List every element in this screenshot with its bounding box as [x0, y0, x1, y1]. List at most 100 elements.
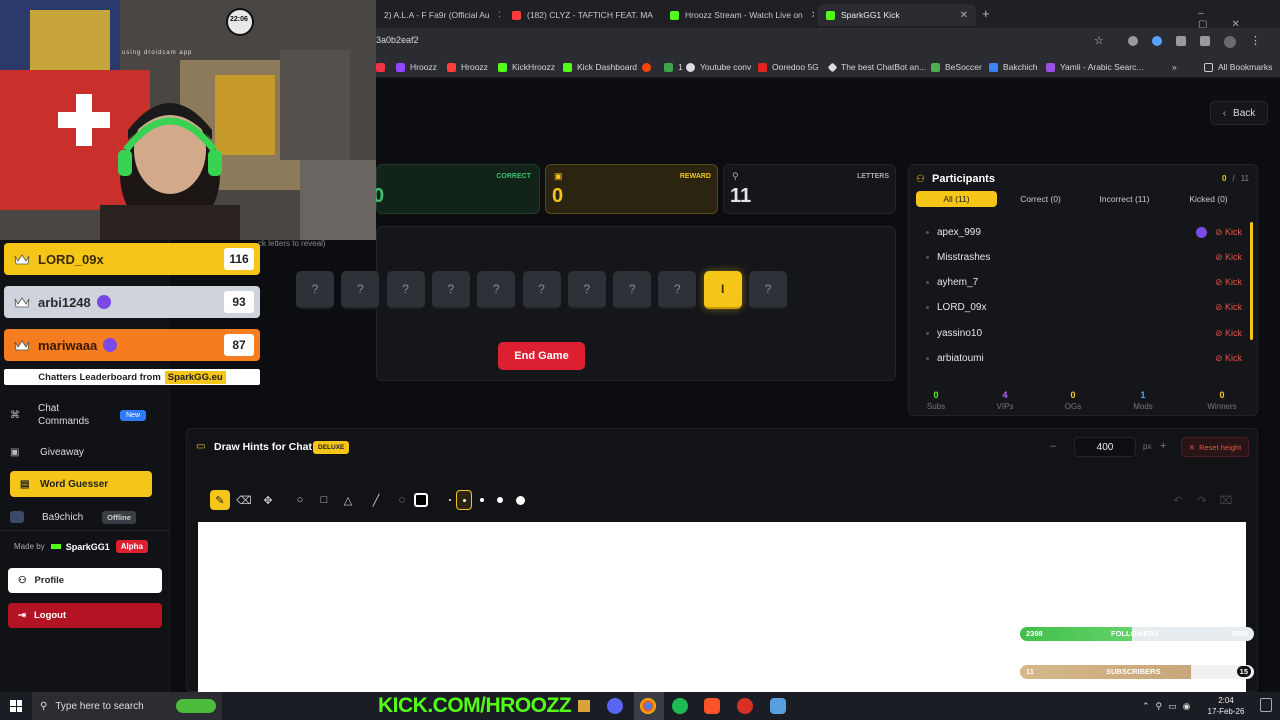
letter-box[interactable]: ?: [658, 271, 697, 309]
eraser-icon[interactable]: ⌫: [234, 490, 254, 510]
move-icon[interactable]: ✥: [258, 490, 278, 510]
files-icon[interactable]: [578, 700, 590, 712]
brush-size-md[interactable]: [472, 490, 492, 510]
browser-tab[interactable]: 2) A.L.A - F Fa9r (Official Au✕: [376, 4, 500, 26]
letter-box[interactable]: ?: [613, 271, 652, 309]
tab-kicked[interactable]: Kicked (0): [1168, 191, 1249, 207]
close-icon[interactable]: ✕: [490, 10, 500, 21]
extension-icon[interactable]: [1152, 36, 1162, 46]
brush-size-xl[interactable]: [510, 490, 530, 510]
tab-all[interactable]: All (11): [916, 191, 997, 207]
bookmark[interactable]: Ooredoo 5G: [758, 60, 819, 74]
windows-start-icon[interactable]: [10, 700, 22, 712]
app-icon[interactable]: [770, 698, 786, 714]
close-icon[interactable]: ✕: [803, 10, 814, 21]
extension-icon[interactable]: [1128, 36, 1138, 46]
height-input[interactable]: 400: [1074, 437, 1136, 457]
kick-button[interactable]: ⊘ Kick: [1215, 328, 1242, 339]
participant-row[interactable]: ayhem_7 ⊘ Kick: [926, 271, 1242, 295]
plus-button[interactable]: +: [1160, 440, 1166, 452]
taskbar-clock[interactable]: 2:04 17-Feb-26: [1206, 695, 1246, 717]
close-icon[interactable]: ✕: [952, 10, 968, 21]
trash-icon[interactable]: ⌧: [1216, 490, 1236, 510]
bookmark[interactable]: Youtube conv: [686, 60, 751, 74]
sidebar-item-giveaway[interactable]: ▣ Giveaway: [10, 444, 152, 460]
puzzle-icon[interactable]: [1176, 36, 1186, 46]
bookmark[interactable]: [376, 60, 390, 74]
menu-icon[interactable]: ⋮: [1250, 36, 1261, 48]
bookmark[interactable]: The best ChatBot an...: [827, 60, 926, 74]
tab-correct[interactable]: Correct (0): [1000, 191, 1081, 207]
browser-tab[interactable]: Hroozz Stream - Watch Live on✕: [662, 4, 814, 26]
letter-box[interactable]: ?: [341, 271, 380, 309]
scrollbar[interactable]: [1250, 222, 1253, 340]
redo-icon[interactable]: ↷: [1192, 490, 1212, 510]
profile-button[interactable]: ⚇ Profile: [8, 568, 162, 593]
brush-size-sm[interactable]: [456, 490, 472, 510]
back-button[interactable]: ‹ Back: [1210, 101, 1268, 125]
square-icon[interactable]: □: [314, 490, 334, 510]
letter-box[interactable]: ?: [567, 271, 606, 309]
logout-button[interactable]: ⇥ Logout: [8, 603, 162, 628]
close-icon[interactable]: ✕: [653, 10, 654, 21]
url-text[interactable]: 3a0b2eaf2: [376, 35, 419, 45]
letter-box[interactable]: ?: [386, 271, 425, 309]
media-icon[interactable]: [1200, 36, 1210, 46]
app-icon[interactable]: [737, 698, 753, 714]
letter-box[interactable]: ?: [522, 271, 561, 309]
star-icon[interactable]: ☆: [1094, 34, 1104, 47]
all-bookmarks[interactable]: All Bookmarks: [1204, 60, 1272, 74]
sidebar-item-ba9chich[interactable]: Ba9chich Offline: [10, 509, 152, 525]
avatar[interactable]: [1224, 36, 1236, 48]
minus-button[interactable]: –: [1050, 440, 1056, 452]
browser-tab-active[interactable]: SparkGG1 Kick ✕: [818, 4, 976, 26]
bookmark[interactable]: 1: [664, 60, 683, 74]
participant-row[interactable]: apex_999 ⊘ Kick: [926, 220, 1242, 244]
bookmark[interactable]: Bakchich: [989, 60, 1038, 74]
sidebar-item-chat-commands[interactable]: ⌘ Chat Commands New: [10, 400, 152, 430]
discord-icon[interactable]: [607, 698, 623, 714]
kick-button[interactable]: ⊘ Kick: [1215, 252, 1242, 263]
bookmark[interactable]: KickHroozz: [498, 60, 555, 74]
kick-button[interactable]: ⊘ Kick: [1215, 302, 1242, 313]
line-icon[interactable]: ╱: [366, 490, 386, 510]
participant-row[interactable]: Misstrashes ⊘ Kick: [926, 245, 1242, 269]
color-swatch[interactable]: [411, 490, 431, 510]
participant-row[interactable]: LORD_09x ⊘ Kick: [926, 296, 1242, 320]
participant-row[interactable]: yassino10 ⊘ Kick: [926, 321, 1242, 345]
kick-button[interactable]: ⊘ Kick: [1215, 353, 1242, 364]
letter-box[interactable]: ?: [431, 271, 470, 309]
window-controls[interactable]: –▢✕: [1198, 8, 1280, 30]
bookmark[interactable]: Yamli - Arabic Searc...: [1046, 60, 1143, 74]
bookmark[interactable]: Hroozz: [396, 60, 437, 74]
undo-icon[interactable]: ↶: [1168, 490, 1188, 510]
bookmark[interactable]: Kick Dashboard: [563, 60, 637, 74]
letter-box-revealed[interactable]: I: [703, 271, 742, 309]
bookmark[interactable]: BeSoccer: [931, 60, 982, 74]
end-game-button[interactable]: End Game: [498, 342, 585, 370]
notification-icon[interactable]: [1260, 698, 1272, 712]
kick-button[interactable]: ⊘ Kick: [1215, 227, 1242, 238]
palette-icon[interactable]: ◌: [392, 490, 412, 510]
taskbar-search[interactable]: ⚲ Type here to search: [32, 692, 222, 720]
chrome-icon[interactable]: [640, 698, 656, 714]
reset-height-button[interactable]: ✕ Reset height: [1181, 437, 1249, 457]
tray-icons[interactable]: ⌃⚲▭◉: [1142, 701, 1197, 712]
tab-incorrect[interactable]: Incorrect (11): [1084, 191, 1165, 207]
sidebar-item-word-guesser[interactable]: ▤ Word Guesser: [10, 471, 152, 497]
letter-box[interactable]: ?: [477, 271, 516, 309]
bookmark[interactable]: Hroozz: [447, 60, 488, 74]
bookmark[interactable]: [642, 60, 656, 74]
letter-box[interactable]: ?: [296, 271, 334, 309]
brush-size-lg[interactable]: [490, 490, 510, 510]
chevron-right-icon[interactable]: »: [1172, 60, 1177, 74]
brave-icon[interactable]: [704, 698, 720, 714]
circle-icon[interactable]: ○: [290, 490, 310, 510]
browser-tab[interactable]: (182) CLYZ - TAFTICH FEAT. MA✕: [504, 4, 654, 26]
new-tab-button[interactable]: +: [982, 6, 990, 21]
participant-row[interactable]: arbiatoumi ⊘ Kick: [926, 347, 1242, 371]
letter-box[interactable]: ?: [749, 271, 787, 309]
spotify-icon[interactable]: [672, 698, 688, 714]
kick-button[interactable]: ⊘ Kick: [1215, 277, 1242, 288]
triangle-icon[interactable]: △: [338, 490, 358, 510]
